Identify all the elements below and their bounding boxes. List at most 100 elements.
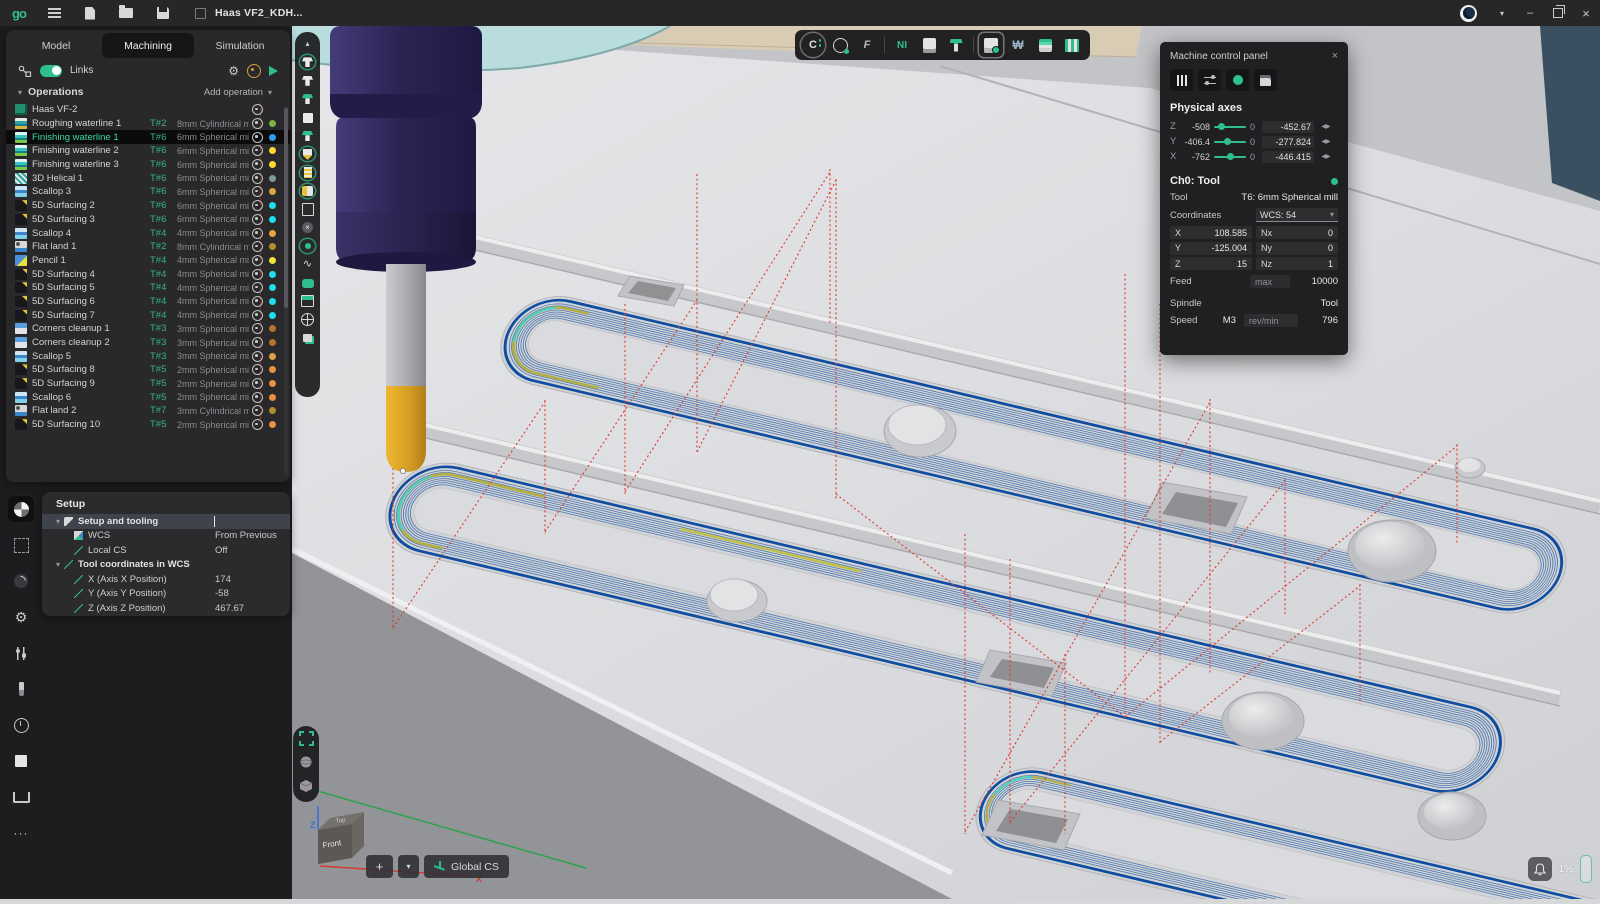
operation-target-icon[interactable] xyxy=(252,405,263,416)
operation-target-icon[interactable] xyxy=(252,241,263,252)
cs-dropdown-button[interactable]: ▾ xyxy=(398,855,419,878)
operation-row[interactable]: Flat land 1 T#2 8mm Cylindrical mill xyxy=(6,240,290,254)
close-button[interactable]: × xyxy=(1572,0,1600,26)
normal-cell[interactable]: Nz 1 xyxy=(1256,257,1338,270)
restore-button[interactable] xyxy=(1544,0,1572,26)
feed-value[interactable]: 10000 xyxy=(1290,276,1338,287)
stock-icon[interactable] xyxy=(8,748,34,774)
operation-row[interactable]: Finishing waterline 1 T#6 6mm Spherical … xyxy=(6,130,290,144)
tool-green-icon[interactable] xyxy=(300,129,315,143)
axis-cell[interactable]: Y -125.004 xyxy=(1170,242,1252,255)
operation-row[interactable]: 5D Surfacing 3 T#6 6mm Spherical mill xyxy=(6,213,290,227)
stock-small-icon[interactable] xyxy=(300,331,315,345)
add-cs-button[interactable]: + xyxy=(366,855,393,878)
operation-color-dot[interactable] xyxy=(269,147,276,154)
operation-color-dot[interactable] xyxy=(269,298,276,305)
operation-target-icon[interactable] xyxy=(252,282,263,293)
operation-row[interactable]: Pencil 1 T#4 4mm Spherical mill xyxy=(6,254,290,268)
operation-color-dot[interactable] xyxy=(269,202,276,209)
operation-row[interactable]: Flat land 2 T#7 3mm Cylindrical mill xyxy=(6,404,290,418)
operation-row[interactable]: Scallop 4 T#4 4mm Spherical mill xyxy=(6,226,290,240)
collapse-up-icon[interactable]: ▴ xyxy=(300,37,315,51)
account-chevron-icon[interactable]: ▾ xyxy=(1488,0,1516,26)
slider-knob[interactable] xyxy=(1227,153,1234,160)
operation-color-dot[interactable] xyxy=(269,380,276,387)
operation-target-icon[interactable] xyxy=(252,310,263,321)
probe-camera-icon[interactable] xyxy=(828,33,852,57)
document-tab-title[interactable]: Haas VF2_KDH... xyxy=(215,7,303,19)
operation-color-dot[interactable] xyxy=(269,284,276,291)
axis-slider[interactable] xyxy=(1214,156,1246,158)
settings-gear-icon[interactable]: ⚙ xyxy=(228,65,239,77)
feature-icon[interactable]: F xyxy=(855,33,879,57)
operation-color-dot[interactable] xyxy=(269,339,276,346)
point-icon[interactable] xyxy=(300,239,315,253)
operation-color-dot[interactable] xyxy=(269,106,276,113)
speed-value[interactable]: 796 xyxy=(1298,315,1338,326)
drill-tip-icon[interactable] xyxy=(300,147,315,161)
probe-icon[interactable] xyxy=(300,184,315,198)
machine-head-icon[interactable] xyxy=(300,55,315,69)
axis-z-row[interactable]: Z (Axis Z Position) 467.67 xyxy=(42,601,290,616)
axes-view-button[interactable] xyxy=(1170,69,1193,91)
settings-gear-icon[interactable]: ⚙ xyxy=(8,604,34,630)
operation-row[interactable]: Finishing waterline 2 T#6 6mm Spherical … xyxy=(6,144,290,158)
operation-color-dot[interactable] xyxy=(269,120,276,127)
new-file-icon[interactable] xyxy=(85,7,95,20)
axis-cell[interactable]: Z 15 xyxy=(1170,257,1252,270)
add-operation-button[interactable]: Add operation xyxy=(204,87,263,98)
turning-icon[interactable] xyxy=(8,568,34,594)
axis-slider[interactable] xyxy=(1214,141,1246,143)
user-avatar[interactable] xyxy=(1460,5,1477,22)
global-cs-button[interactable]: Global CS xyxy=(424,855,509,878)
stock-plate-icon[interactable] xyxy=(917,33,941,57)
axes-slider-icon[interactable] xyxy=(8,640,34,666)
operation-row[interactable]: Corners cleanup 2 T#3 3mm Spherical mill xyxy=(6,336,290,350)
feed-unit-field[interactable]: max xyxy=(1250,275,1290,288)
operation-row[interactable]: 5D Surfacing 6 T#4 4mm Spherical mill xyxy=(6,295,290,309)
collision-icon[interactable]: × xyxy=(300,221,315,235)
operation-color-dot[interactable] xyxy=(269,312,276,319)
operation-target-icon[interactable] xyxy=(252,351,263,362)
operation-color-dot[interactable] xyxy=(269,407,276,414)
operation-color-dot[interactable] xyxy=(269,353,276,360)
operations-header[interactable]: ▾ Operations Add operation ▾ xyxy=(6,83,290,101)
wcs-dropdown[interactable]: WCS: 54 ▾ xyxy=(1256,208,1338,222)
operation-target-icon[interactable] xyxy=(252,173,263,184)
operation-target-icon[interactable] xyxy=(252,269,263,280)
operation-row[interactable]: Scallop 5 T#3 3mm Spherical mill xyxy=(6,349,290,363)
record-target-icon[interactable] xyxy=(247,64,261,78)
axis-step-buttons[interactable]: ◀▶ xyxy=(1318,138,1334,145)
add-operation-caret-icon[interactable]: ▾ xyxy=(268,88,272,97)
operation-row[interactable]: Finishing waterline 3 T#6 6mm Spherical … xyxy=(6,158,290,172)
sheet-icon[interactable] xyxy=(300,203,315,217)
axis-y-row[interactable]: Y (Axis Y Position) -58 xyxy=(42,587,290,602)
axis-value[interactable]: -446.415 xyxy=(1262,151,1314,163)
operation-target-icon[interactable] xyxy=(252,200,263,211)
nc-interpreter-icon[interactable]: NI xyxy=(890,33,914,57)
axis-step-buttons[interactable]: ◀▶ xyxy=(1318,153,1334,160)
axis-cell[interactable]: X 108.585 xyxy=(1170,226,1252,239)
operation-target-icon[interactable] xyxy=(252,145,263,156)
axis-step-buttons[interactable]: ◀▶ xyxy=(1318,123,1334,130)
wcs-row[interactable]: WCS From Previous xyxy=(42,529,290,544)
operation-row[interactable]: 5D Surfacing 8 T#5 2mm Spherical mill xyxy=(6,363,290,377)
vice-fixture-icon[interactable] xyxy=(8,784,34,810)
local-cs-row[interactable]: Local CS Off xyxy=(42,543,290,558)
operation-row[interactable]: Roughing waterline 1 T#2 8mm Cylindrical… xyxy=(6,117,290,131)
normal-cell[interactable]: Ny 0 xyxy=(1256,242,1338,255)
cube-view-icon[interactable] xyxy=(299,779,313,798)
operation-color-dot[interactable] xyxy=(269,271,276,278)
collision-check-icon[interactable]: C xyxy=(801,33,825,57)
mesh-sphere-icon[interactable] xyxy=(300,313,315,327)
operations-scrollbar[interactable] xyxy=(284,106,288,476)
panel-tab[interactable]: Machining xyxy=(102,33,194,58)
save-file-icon[interactable] xyxy=(157,7,169,19)
operation-row[interactable]: Corners cleanup 1 T#3 3mm Spherical mill xyxy=(6,322,290,336)
axis-slider[interactable] xyxy=(1214,126,1246,128)
material-removal-icon[interactable] xyxy=(1060,33,1084,57)
slider-knob[interactable] xyxy=(1224,138,1231,145)
panel-tab[interactable]: Model xyxy=(10,33,102,58)
setup-tooling-group[interactable]: ▾ Setup and tooling xyxy=(42,514,290,529)
fit-view-icon[interactable] xyxy=(299,731,314,751)
